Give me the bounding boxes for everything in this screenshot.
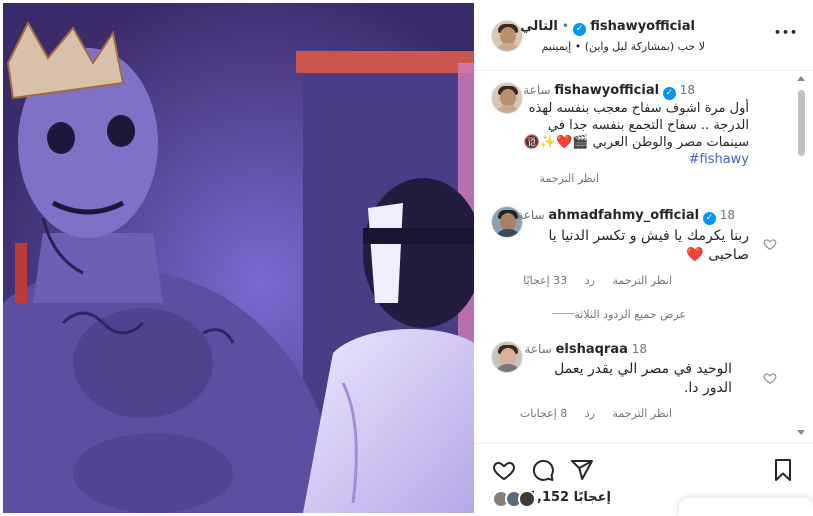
post-header: fishawyofficial ✓ • التالي <box>520 19 695 36</box>
comment-line: الدور دا. <box>683 380 732 396</box>
scroll-up-arrow-icon[interactable] <box>797 76 805 81</box>
caption-translate[interactable]: انظر الترجمة <box>539 172 599 185</box>
comment-text: ربنا يكرمك يا فيش و تكسر الدنيا يا صاحبى… <box>509 227 749 265</box>
reply-button[interactable]: رد <box>585 274 595 287</box>
author-avatar[interactable] <box>491 20 523 52</box>
caption-username[interactable]: fishawyofficial <box>554 83 659 98</box>
caption-line: الدرجة .. سفاح التجمع بنفسه جدا في <box>547 118 749 133</box>
comment-text: الوحيد في مصر الي يقدر يعمل الدور دا. <box>532 360 732 398</box>
comment-line: صاحبى ❤️ <box>686 247 749 263</box>
comment-line: الوحيد في مصر الي يقدر يعمل <box>554 361 732 377</box>
caption-header: fishawyofficial ✓ 18 ساعة <box>523 83 695 100</box>
comments-scrollbar[interactable] <box>796 76 806 444</box>
audio-attribution[interactable]: لا حب (بمشاركة ليل واين) • إيمينيم <box>541 40 705 53</box>
bottom-popover <box>679 498 813 516</box>
translate-link[interactable]: انظر الترجمة <box>612 407 672 420</box>
view-replies-line <box>552 313 575 314</box>
bookmark-icon[interactable] <box>771 458 795 482</box>
like-comment-heart-icon[interactable] <box>763 237 777 251</box>
follow-separator: • <box>561 19 569 33</box>
author-username[interactable]: fishawyofficial <box>590 19 695 34</box>
comment-username[interactable]: ahmadfahmy_official <box>548 208 699 223</box>
follow-button[interactable]: التالي <box>520 19 558 34</box>
verified-badge-icon: ✓ <box>702 212 716 225</box>
share-icon[interactable] <box>570 458 594 482</box>
liker-avatar <box>518 490 536 508</box>
heart-icon[interactable] <box>492 458 516 482</box>
comment-line: ربنا يكرمك يا فيش و تكسر الدنيا يا <box>548 228 749 244</box>
comment-likes[interactable]: 8 إعجابات <box>520 407 567 420</box>
scroll-down-arrow-icon[interactable] <box>797 430 805 435</box>
hashtag-link[interactable]: #fishawy <box>499 151 749 168</box>
more-options-icon[interactable]: ••• <box>774 26 798 39</box>
scrollbar-thumb[interactable] <box>798 90 805 156</box>
translate-link[interactable]: انظر الترجمة <box>612 274 672 287</box>
comment-username[interactable]: elshaqraa <box>556 342 628 357</box>
comment-header: ahmadfahmy_official ✓ 18 ساعة <box>517 208 735 225</box>
caption-line: سينمات مصر والوطن العربي 🎬❤️✨🔞 <box>523 135 749 150</box>
verified-badge-icon: ✓ <box>662 87 676 100</box>
view-replies-label: عرض جميع الردود الثلاثة <box>574 308 686 321</box>
comment-meta: انظر الترجمة رد 8 إعجابات <box>506 407 672 420</box>
caption-line: أول مرة اشوف سفاح معجب بنفسه لهذه <box>528 101 749 116</box>
post-photo-art <box>3 3 474 513</box>
comments-list: fishawyofficial ✓ 18 ساعة أول مرة اشوف س… <box>474 72 813 442</box>
post-photo[interactable] <box>3 3 474 513</box>
comment-meta: انظر الترجمة رد 33 إعجابًا <box>509 274 672 287</box>
comment-likes[interactable]: 33 إعجابًا <box>523 274 567 287</box>
liker-avatars[interactable] <box>492 490 550 510</box>
header-divider <box>474 70 813 71</box>
post-sidebar: fishawyofficial ✓ • التالي لا حب (بمشارك… <box>474 0 813 516</box>
reply-button[interactable]: رد <box>585 407 595 420</box>
like-comment-heart-icon[interactable] <box>763 371 777 385</box>
likes-word: إعجابًا <box>573 490 611 505</box>
caption-text: أول مرة اشوف سفاح معجب بنفسه لهذه الدرجة… <box>499 100 749 168</box>
comment-icon[interactable] <box>531 458 555 482</box>
commenter-avatar[interactable] <box>491 341 523 373</box>
verified-badge-icon: ✓ <box>573 23 587 36</box>
view-replies-button[interactable]: عرض جميع الردود الثلاثة <box>542 308 686 321</box>
comment-header: elshaqraa 18 ساعة <box>524 342 647 357</box>
